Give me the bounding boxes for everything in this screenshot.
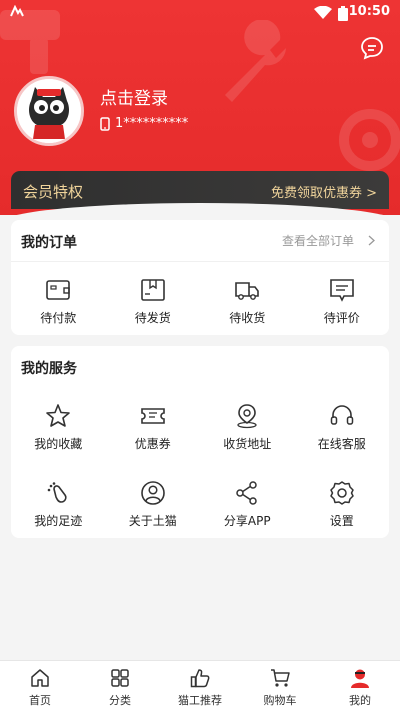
location-icon <box>237 404 257 429</box>
order-pending-receipt[interactable]: 待收货 <box>200 277 295 326</box>
star-icon <box>46 404 71 427</box>
service-coupons[interactable]: 优惠券 <box>106 403 201 452</box>
wallet-icon <box>46 280 71 300</box>
service-label: 在线客服 <box>317 437 366 451</box>
cart-icon <box>271 669 290 687</box>
footprint-icon <box>47 482 67 503</box>
member-title: 会员特权 <box>23 183 84 201</box>
tab-label: 首页 <box>29 694 51 707</box>
tab-category[interactable]: 分类 <box>80 661 160 710</box>
order-status-label: 待付款 <box>40 311 77 325</box>
service-customer-support[interactable]: 在线客服 <box>295 403 390 452</box>
member-privilege-bar[interactable]: 会员特权 免费领取优惠券 > <box>0 171 400 215</box>
cat-mascot-icon <box>17 79 81 143</box>
service-settings[interactable]: 设置 <box>295 480 390 529</box>
tab-label: 猫工推荐 <box>178 694 222 707</box>
home-icon <box>31 669 49 687</box>
profile-icon <box>351 669 369 688</box>
thumbs-up-icon <box>190 669 210 688</box>
services-card: 我的服务 我的收藏 优惠券 收货地址 在线客服 我的足迹 关于土猫 分享APP … <box>11 346 389 538</box>
truck-icon <box>235 282 260 300</box>
tab-label: 我的 <box>349 694 371 707</box>
view-all-orders-link[interactable]: 查看全部订单 <box>282 232 375 249</box>
tab-profile[interactable]: 我的 <box>320 661 400 710</box>
wifi-icon <box>314 6 332 19</box>
divider <box>11 261 389 262</box>
service-label: 我的足迹 <box>34 514 83 528</box>
user-circle-icon <box>140 481 165 505</box>
chevron-right-icon <box>368 235 375 246</box>
battery-icon <box>338 6 348 21</box>
view-all-orders-label: 查看全部订单 <box>281 234 354 248</box>
login-prompt[interactable]: 点击登录 <box>100 84 168 109</box>
order-status-label: 待收货 <box>229 311 266 325</box>
status-bar: 10:50 <box>0 0 400 26</box>
message-icon[interactable] <box>360 36 384 60</box>
services-title: 我的服务 <box>21 361 77 377</box>
service-favorites[interactable]: 我的收藏 <box>11 403 106 452</box>
order-status-label: 待发货 <box>134 311 171 325</box>
order-pending-payment[interactable]: 待付款 <box>11 277 106 326</box>
orders-title: 我的订单 <box>21 235 77 251</box>
status-time: 10:50 <box>348 4 390 19</box>
order-status-grid: 待付款 待发货 待收货 待评价 <box>11 277 389 326</box>
orders-card: 我的订单 查看全部订单 待付款 待发货 待收货 待评价 <box>11 220 389 335</box>
service-address[interactable]: 收货地址 <box>200 403 295 452</box>
services-row-2: 我的足迹 关于土猫 分享APP 设置 <box>11 480 389 529</box>
phone-row: 1********** <box>100 116 188 131</box>
settings-icon <box>330 481 354 505</box>
order-pending-shipment[interactable]: 待发货 <box>106 277 201 326</box>
service-history[interactable]: 我的足迹 <box>11 480 106 529</box>
service-label: 设置 <box>329 514 354 528</box>
category-icon <box>111 669 129 687</box>
order-pending-review[interactable]: 待评价 <box>295 277 390 326</box>
phone-number: 1********** <box>115 116 189 131</box>
free-coupon-link[interactable]: 免费领取优惠券 > <box>271 182 377 201</box>
bottom-tab-bar: 首页 分类 猫工推荐 购物车 我的 <box>0 660 400 710</box>
comment-icon <box>329 279 354 302</box>
package-icon <box>140 279 165 301</box>
service-about[interactable]: 关于土猫 <box>106 480 201 529</box>
wrench-decoration-icon <box>225 20 286 102</box>
tab-recommend[interactable]: 猫工推荐 <box>160 661 240 710</box>
tab-home[interactable]: 首页 <box>0 661 80 710</box>
notification-icon <box>10 5 24 17</box>
share-icon <box>236 481 257 505</box>
tab-label: 购物车 <box>263 694 297 707</box>
service-share-app[interactable]: 分享APP <box>200 480 295 529</box>
headset-icon <box>330 405 353 425</box>
service-label: 优惠券 <box>134 437 171 451</box>
service-label: 关于土猫 <box>128 514 177 528</box>
tab-label: 分类 <box>109 694 131 707</box>
profile-header: 10:50 点击登录 1********** 会员特权 免费领取优惠券 > <box>0 0 400 215</box>
gear-decoration-icon <box>339 109 400 171</box>
avatar[interactable] <box>14 76 84 146</box>
services-row-1: 我的收藏 优惠券 收货地址 在线客服 <box>11 403 389 452</box>
tab-cart[interactable]: 购物车 <box>240 661 320 710</box>
service-label: 分享APP <box>223 514 271 528</box>
service-label: 收货地址 <box>223 437 272 451</box>
service-label: 我的收藏 <box>34 437 83 451</box>
phone-icon <box>100 116 110 131</box>
order-status-label: 待评价 <box>323 311 360 325</box>
coupon-icon <box>140 408 165 424</box>
